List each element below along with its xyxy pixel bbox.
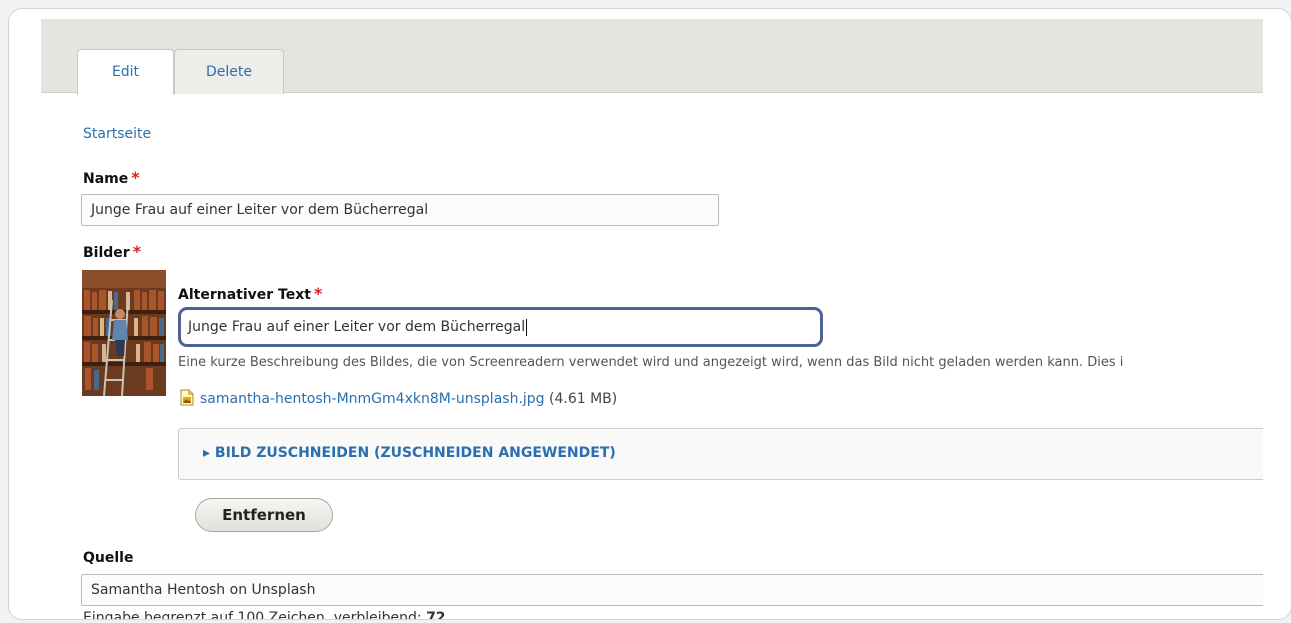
counter-text: Eingabe begrenzt auf 100 Zeichen, verble… <box>83 610 422 620</box>
required-marker: * <box>313 284 323 303</box>
name-label-row: Name * <box>83 168 140 187</box>
crop-toggle[interactable]: ▸ BILD ZUSCHNEIDEN (ZUSCHNEIDEN ANGEWEND… <box>203 445 616 461</box>
file-name-link[interactable]: samantha-hentosh-MnmGm4xkn8M-unsplash.jp… <box>200 391 545 407</box>
file-size: (4.61 MB) <box>549 391 618 407</box>
crop-details-panel: ▸ BILD ZUSCHNEIDEN (ZUSCHNEIDEN ANGEWEND… <box>178 428 1263 480</box>
source-input[interactable]: Samantha Hentosh on Unsplash <box>81 574 1263 606</box>
file-link-row: samantha-hentosh-MnmGm4xkn8M-unsplash.jp… <box>180 389 617 410</box>
alt-text-value: Junge Frau auf einer Leiter vor dem Büch… <box>188 319 526 335</box>
character-counter: Eingabe begrenzt auf 100 Zeichen, verble… <box>83 610 446 620</box>
remove-button[interactable]: Entfernen <box>195 498 333 532</box>
browser-frame: Edit Delete Startseite Name * Junge Frau … <box>8 8 1291 620</box>
images-label: Bilder <box>83 245 130 261</box>
alt-text-description: Eine kurze Beschreibung des Bildes, die … <box>178 355 1124 370</box>
image-thumbnail <box>82 270 166 396</box>
alt-text-input[interactable]: Junge Frau auf einer Leiter vor dem Büch… <box>178 307 823 347</box>
breadcrumb-home[interactable]: Startseite <box>83 126 151 142</box>
images-label-row: Bilder * <box>83 242 141 261</box>
source-label: Quelle <box>83 550 134 566</box>
name-input[interactable]: Junge Frau auf einer Leiter vor dem Büch… <box>81 194 719 226</box>
tab-edit[interactable]: Edit <box>77 49 174 95</box>
image-file-icon <box>180 389 194 410</box>
alt-text-label-row: Alternativer Text * <box>178 284 322 303</box>
alt-text-label: Alternativer Text <box>178 287 311 303</box>
required-marker: * <box>132 242 142 261</box>
tab-bar: Edit Delete <box>41 19 1263 95</box>
counter-value: 72 <box>426 610 446 620</box>
page-viewport: Edit Delete Startseite Name * Junge Frau … <box>41 19 1263 620</box>
required-marker: * <box>131 168 140 187</box>
text-caret <box>526 318 528 336</box>
name-label: Name <box>83 171 129 187</box>
tab-delete[interactable]: Delete <box>174 49 284 94</box>
